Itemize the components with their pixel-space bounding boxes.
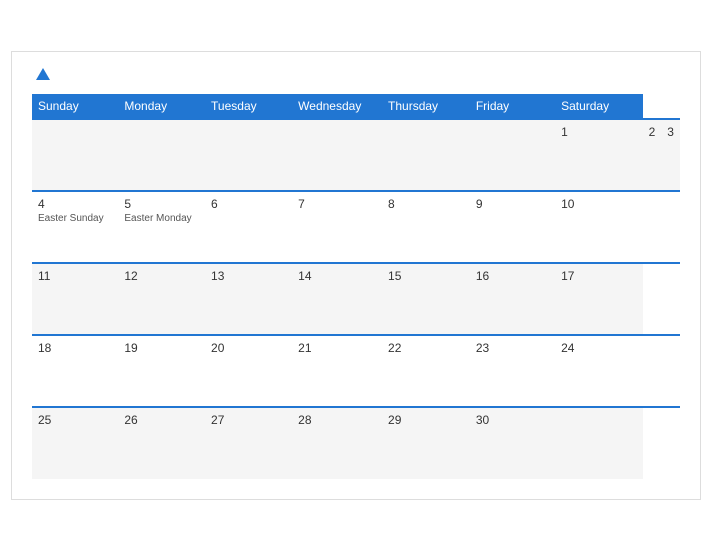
day-number: 15 [388, 269, 464, 283]
day-cell: 17 [555, 263, 643, 335]
day-cell: 3 [661, 119, 680, 191]
day-number: 10 [561, 197, 637, 211]
day-cell: 14 [292, 263, 382, 335]
day-cell: 22 [382, 335, 470, 407]
day-cell: 30 [470, 407, 555, 479]
day-cell: 15 [382, 263, 470, 335]
weekday-header-sunday: Sunday [32, 94, 118, 119]
logo-triangle-icon [36, 68, 50, 80]
logo [32, 68, 50, 80]
day-event: Easter Monday [124, 213, 199, 224]
calendar-container: SundayMondayTuesdayWednesdayThursdayFrid… [11, 51, 701, 500]
day-cell: 9 [470, 191, 555, 263]
day-cell: 5 Easter Monday [118, 191, 205, 263]
logo-blue-text [32, 68, 50, 80]
day-cell: 1 [555, 119, 643, 191]
day-cell: 20 [205, 335, 292, 407]
day-event: Easter Sunday [38, 213, 112, 224]
day-cell [292, 119, 382, 191]
day-number: 14 [298, 269, 376, 283]
day-cell: 18 [32, 335, 118, 407]
day-cell [382, 119, 470, 191]
day-number: 27 [211, 413, 286, 427]
day-number: 26 [124, 413, 199, 427]
day-cell: 23 [470, 335, 555, 407]
day-cell: 2 [643, 119, 662, 191]
day-number: 1 [561, 125, 637, 139]
day-cell: 13 [205, 263, 292, 335]
calendar-header [32, 68, 680, 80]
weekday-header-row: SundayMondayTuesdayWednesdayThursdayFrid… [32, 94, 680, 119]
day-number: 19 [124, 341, 199, 355]
week-row-3: 18 19 20 21 22 23 24 [32, 335, 680, 407]
day-number: 29 [388, 413, 464, 427]
day-cell [470, 119, 555, 191]
weekday-header-tuesday: Tuesday [205, 94, 292, 119]
calendar-table: SundayMondayTuesdayWednesdayThursdayFrid… [32, 94, 680, 479]
day-number: 7 [298, 197, 376, 211]
day-number: 21 [298, 341, 376, 355]
week-row-4: 25 26 27 28 29 30 [32, 407, 680, 479]
day-number: 6 [211, 197, 286, 211]
day-cell: 6 [205, 191, 292, 263]
day-number: 2 [649, 125, 656, 139]
day-cell: 26 [118, 407, 205, 479]
weekday-header-wednesday: Wednesday [292, 94, 382, 119]
day-cell: 4 Easter Sunday [32, 191, 118, 263]
day-cell: 21 [292, 335, 382, 407]
day-cell: 10 [555, 191, 643, 263]
empty-day-cell [205, 119, 292, 191]
weekday-header-thursday: Thursday [382, 94, 470, 119]
day-number: 22 [388, 341, 464, 355]
day-number: 13 [211, 269, 286, 283]
day-number: 25 [38, 413, 112, 427]
day-number: 9 [476, 197, 549, 211]
day-number: 18 [38, 341, 112, 355]
weekday-header-friday: Friday [470, 94, 555, 119]
day-number: 23 [476, 341, 549, 355]
day-cell: 28 [292, 407, 382, 479]
day-cell: 29 [382, 407, 470, 479]
weekday-header-saturday: Saturday [555, 94, 643, 119]
day-cell: 25 [32, 407, 118, 479]
day-cell: 8 [382, 191, 470, 263]
week-row-0: 123 [32, 119, 680, 191]
day-cell: 11 [32, 263, 118, 335]
day-number: 12 [124, 269, 199, 283]
day-number: 11 [38, 269, 112, 283]
day-number: 17 [561, 269, 637, 283]
day-cell: 7 [292, 191, 382, 263]
day-number: 8 [388, 197, 464, 211]
day-number: 16 [476, 269, 549, 283]
empty-day-cell [32, 119, 118, 191]
week-row-1: 4 Easter Sunday 5 Easter Monday 6789 10 [32, 191, 680, 263]
day-number: 24 [561, 341, 637, 355]
day-number: 28 [298, 413, 376, 427]
day-cell: 24 [555, 335, 643, 407]
calendar-body: 1234Easter Sunday5Easter Monday678910111… [32, 119, 680, 479]
day-number: 20 [211, 341, 286, 355]
empty-day-cell [118, 119, 205, 191]
day-cell: 19 [118, 335, 205, 407]
day-cell: 12 [118, 263, 205, 335]
day-cell: 27 [205, 407, 292, 479]
day-cell [555, 407, 643, 479]
day-number: 4 [38, 197, 112, 211]
day-cell: 16 [470, 263, 555, 335]
week-row-2: 11 12 13 14 15 16 17 [32, 263, 680, 335]
day-number: 5 [124, 197, 199, 211]
day-number: 30 [476, 413, 549, 427]
calendar-header-row: SundayMondayTuesdayWednesdayThursdayFrid… [32, 94, 680, 119]
weekday-header-monday: Monday [118, 94, 205, 119]
day-number: 3 [667, 125, 674, 139]
